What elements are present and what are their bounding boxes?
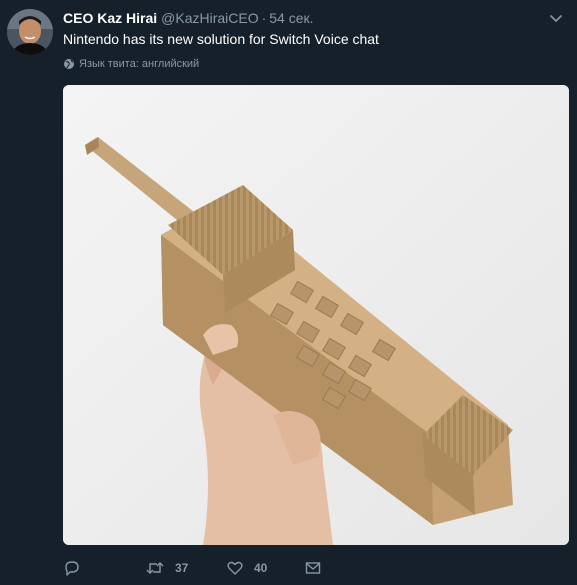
- tweet-text: Nintendo has its new solution for Switch…: [63, 31, 379, 47]
- like-button[interactable]: 40: [226, 558, 267, 578]
- direct-message-button[interactable]: [304, 558, 322, 578]
- chevron-down-icon[interactable]: [547, 9, 565, 27]
- author-handle[interactable]: @KazHiraiCEO: [161, 10, 258, 26]
- globe-icon: [64, 59, 74, 69]
- retweet-button[interactable]: 37: [145, 558, 188, 578]
- author-avatar[interactable]: [7, 9, 53, 55]
- language-note-text: Язык твита: английский: [79, 58, 200, 70]
- author-name[interactable]: CEO Kaz Hirai: [63, 10, 157, 26]
- tweet-header: CEO Kaz Hirai @KazHiraiCEO · 54 сек.: [63, 9, 565, 27]
- heart-icon: [227, 561, 243, 575]
- retweet-count: 37: [175, 561, 189, 575]
- like-count: 40: [254, 561, 268, 575]
- retweet-icon: [146, 562, 164, 574]
- language-note: Язык твита: английский: [63, 57, 199, 71]
- tweet-timestamp[interactable]: 54 сек.: [269, 10, 313, 26]
- reply-icon: [65, 561, 79, 576]
- separator-dot: ·: [261, 10, 267, 26]
- tweet-photo[interactable]: [63, 85, 569, 545]
- tweet-actions: 37 40: [63, 558, 533, 578]
- envelope-icon: [305, 562, 321, 574]
- reply-button[interactable]: [63, 558, 81, 578]
